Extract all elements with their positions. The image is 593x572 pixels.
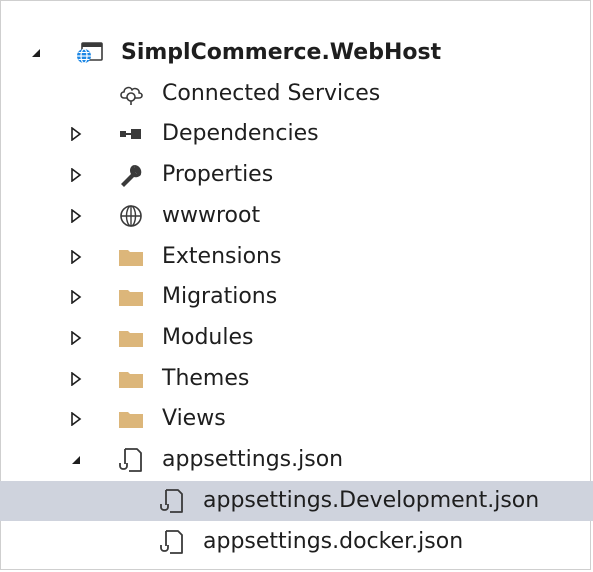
collapsed-arrow-icon[interactable] — [64, 318, 88, 358]
tree-node-label: Themes — [162, 366, 250, 391]
connected-services-icon — [114, 74, 148, 114]
collapsed-arrow-icon[interactable] — [64, 114, 88, 154]
tree-node-label: SimplCommerce.WebHost — [121, 40, 442, 65]
folder-icon — [114, 399, 148, 439]
tree-node-label: wwwroot — [162, 203, 261, 228]
tree-node-label: appsettings.Development.json — [203, 488, 540, 513]
collapsed-arrow-icon[interactable] — [64, 196, 88, 236]
tree-node-label: Migrations — [162, 284, 278, 309]
folder-icon — [114, 277, 148, 317]
tree-node-label: Connected Services — [162, 81, 381, 106]
folder-icon — [114, 237, 148, 277]
tree-node-appsettings-docker-json[interactable]: appsettings.docker.json — [0, 522, 593, 562]
tree-node-wwwroot[interactable]: wwwroot — [0, 196, 593, 236]
folder-icon — [114, 318, 148, 358]
folder-icon — [114, 359, 148, 399]
tree-node-views[interactable]: Views — [0, 399, 593, 439]
collapsed-arrow-icon[interactable] — [64, 237, 88, 277]
expanded-arrow-icon[interactable] — [24, 33, 48, 73]
collapsed-arrow-icon[interactable] — [64, 359, 88, 399]
web-project-icon — [73, 33, 107, 73]
tree-node-label: appsettings.json — [162, 447, 344, 472]
wrench-icon — [114, 155, 148, 195]
tree-node-root[interactable]: SimplCommerce.WebHost — [0, 33, 593, 73]
json-file-icon — [155, 481, 189, 521]
tree-node-label: Extensions — [162, 244, 282, 269]
tree-node-modules[interactable]: Modules — [0, 318, 593, 358]
json-file-icon — [114, 440, 148, 480]
tree-node-connected-services[interactable]: Connected Services — [0, 74, 593, 114]
tree-node-appsettings-json[interactable]: appsettings.json — [0, 440, 593, 480]
json-file-icon — [155, 522, 189, 562]
tree-node-themes[interactable]: Themes — [0, 359, 593, 399]
collapsed-arrow-icon[interactable] — [64, 277, 88, 317]
tree-node-appsettings-development-json[interactable]: appsettings.Development.json — [0, 481, 593, 521]
tree-node-label: appsettings.docker.json — [203, 529, 464, 554]
collapsed-arrow-icon[interactable] — [64, 399, 88, 439]
tree-node-label: Dependencies — [162, 121, 319, 146]
tree-node-migrations[interactable]: Migrations — [0, 277, 593, 317]
dependencies-icon — [114, 114, 148, 154]
tree-node-label: Properties — [162, 162, 274, 187]
tree-node-label: Modules — [162, 325, 254, 350]
tree-node-properties[interactable]: Properties — [0, 155, 593, 195]
tree-node-extensions[interactable]: Extensions — [0, 237, 593, 277]
collapsed-arrow-icon[interactable] — [64, 155, 88, 195]
expanded-arrow-icon[interactable] — [64, 440, 88, 480]
globe-icon — [114, 196, 148, 236]
tree-node-label: Views — [162, 406, 226, 431]
tree-node-dependencies[interactable]: Dependencies — [0, 114, 593, 154]
